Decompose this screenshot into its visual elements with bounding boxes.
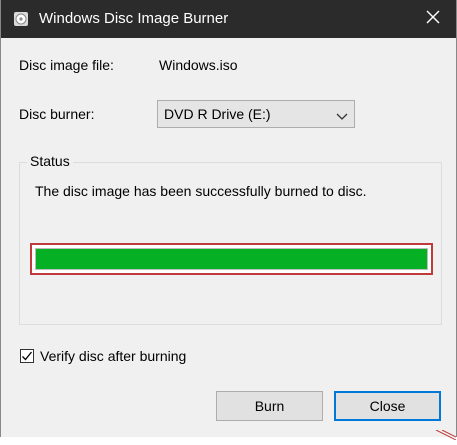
dialog-content: Disc image file: Windows.iso Disc burner… xyxy=(1,38,456,437)
close-icon xyxy=(426,10,440,29)
verify-checkbox[interactable] xyxy=(20,349,34,363)
image-file-value: Windows.iso xyxy=(159,57,238,73)
close-button-label: Close xyxy=(369,398,406,414)
checkmark-icon xyxy=(21,350,33,362)
burn-button[interactable]: Burn xyxy=(216,391,323,421)
progress-bar xyxy=(35,248,428,270)
burn-button-label: Burn xyxy=(254,398,285,414)
status-message: The disc image has been successfully bur… xyxy=(35,183,367,199)
close-window-button[interactable] xyxy=(410,0,456,38)
title-bar[interactable]: Windows Disc Image Burner xyxy=(1,0,456,38)
burner-label: Disc burner: xyxy=(19,106,95,122)
disc-burner-selected: DVD R Drive (E:) xyxy=(164,106,271,122)
image-file-label: Disc image file: xyxy=(19,57,114,73)
verify-label[interactable]: Verify disc after burning xyxy=(40,348,186,364)
progress-fill xyxy=(36,249,427,269)
disc-burner-app-icon xyxy=(13,11,29,27)
progress-highlight xyxy=(30,243,433,275)
window-title: Windows Disc Image Burner xyxy=(39,10,229,27)
disc-image-burner-window: Windows Disc Image Burner Disc image fil… xyxy=(0,0,457,441)
resize-grip-icon[interactable] xyxy=(434,427,457,441)
disc-burner-dropdown[interactable]: DVD R Drive (E:) xyxy=(157,100,355,128)
close-button[interactable]: Close xyxy=(334,391,441,421)
chevron-down-icon xyxy=(336,109,348,120)
status-group-title: Status xyxy=(27,153,73,169)
